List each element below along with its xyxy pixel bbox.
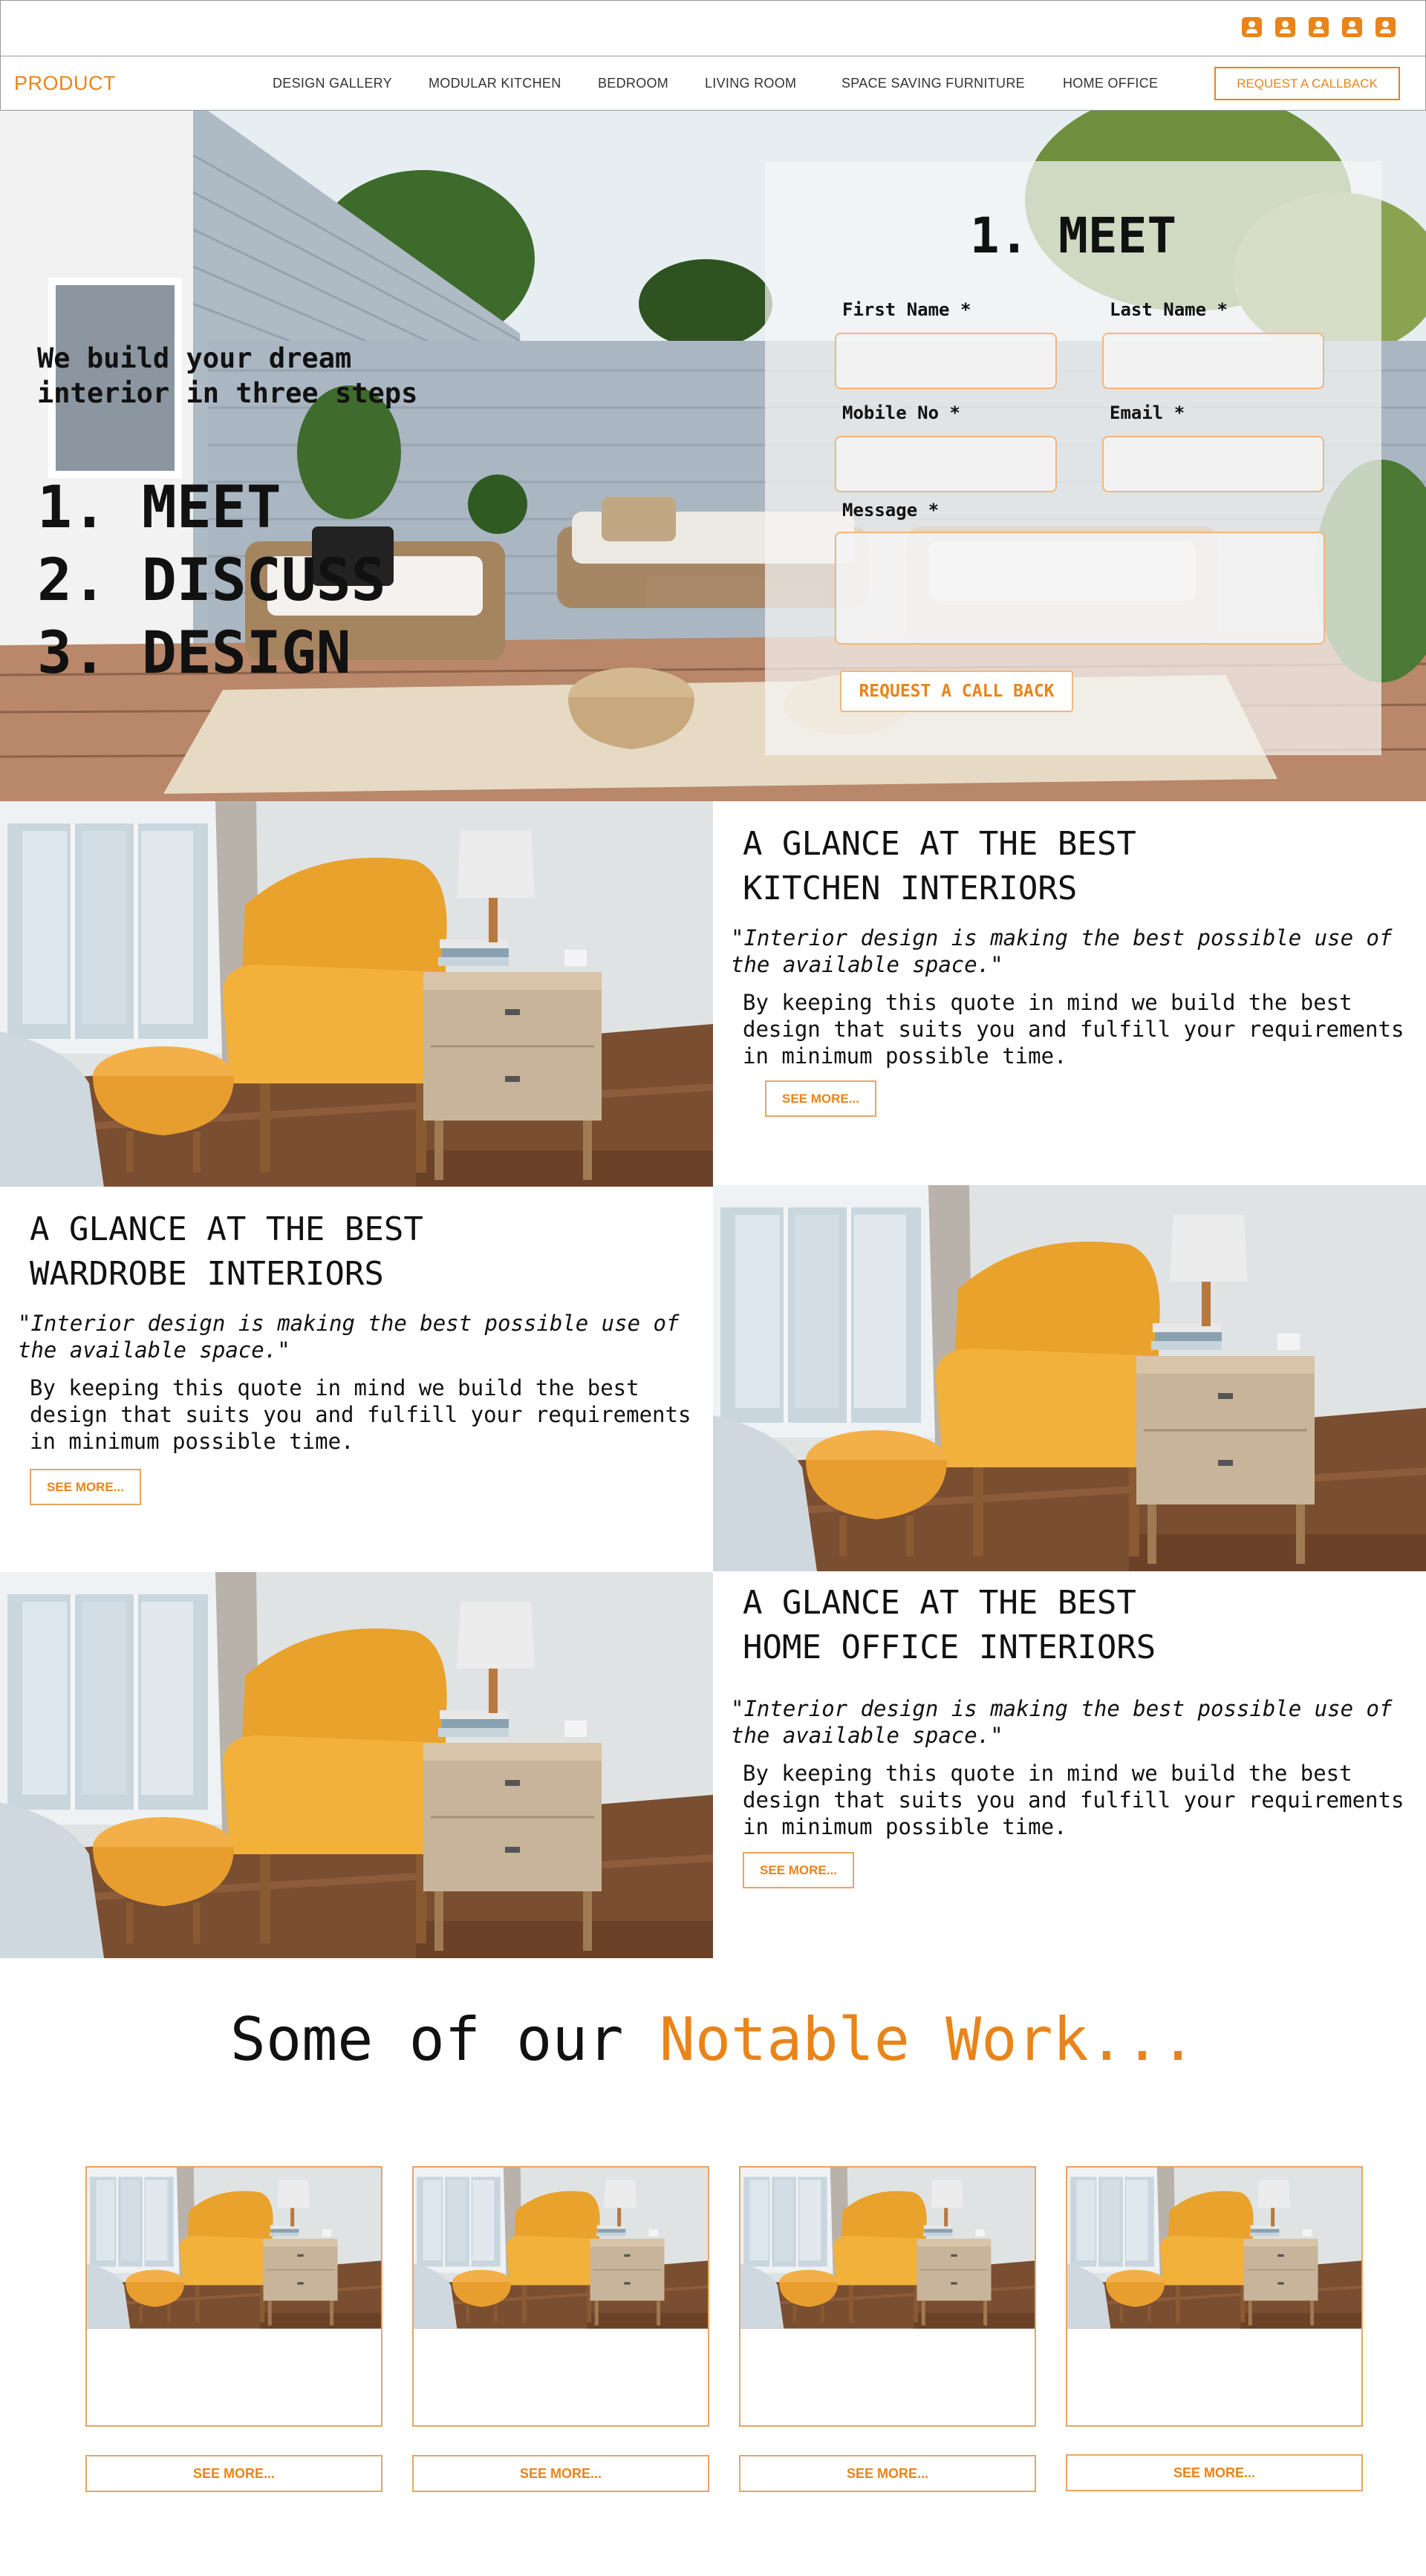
user-icon[interactable] — [1309, 17, 1329, 37]
see-more-button[interactable]: SEE MORE... — [30, 1469, 141, 1505]
feature-body: By keeping this quote in mind we build t… — [30, 1375, 691, 1454]
nav-link-modular-kitchen[interactable]: MODULAR KITCHEN — [429, 76, 561, 91]
request-call-back-button[interactable]: REQUEST A CALL BACK — [840, 671, 1073, 712]
notable-see-more-button[interactable]: SEE MORE... — [739, 2455, 1036, 2492]
notable-card-4[interactable] — [1066, 2166, 1363, 2427]
hero-section: We build your dream interior in three st… — [0, 111, 1426, 801]
feature-quote: "Interior design is making the best poss… — [731, 925, 1393, 977]
see-more-button[interactable]: SEE MORE... — [743, 1852, 854, 1888]
hero-step-meet: 1. MEET — [37, 475, 281, 541]
feature-title-line2: WARDROBE INTERIORS — [30, 1255, 384, 1293]
request-callback-button[interactable]: REQUEST A CALLBACK — [1214, 67, 1400, 100]
feature-quote: "Interior design is making the best poss… — [18, 1311, 680, 1363]
feature-body: By keeping this quote in mind we build t… — [743, 1761, 1404, 1839]
message-textarea[interactable] — [835, 532, 1325, 645]
user-icon[interactable] — [1242, 17, 1262, 37]
user-icon[interactable] — [1275, 17, 1295, 37]
feature-title: A GLANCE AT THE BEST KITCHEN INTERIORS — [743, 822, 1136, 911]
notable-card-2[interactable] — [412, 2166, 709, 2427]
nav-link-home-office[interactable]: HOME OFFICE — [1063, 76, 1158, 91]
home-office-photo — [0, 1572, 713, 1958]
notable-see-more-button[interactable]: SEE MORE... — [412, 2455, 709, 2492]
notable-card-1[interactable] — [85, 2166, 382, 2427]
feature-wardrobe: A GLANCE AT THE BEST WARDROBE INTERIORS … — [0, 1187, 713, 1573]
brand-logo[interactable]: PRODUCT — [14, 72, 116, 95]
nav-link-space-saving-furniture[interactable]: SPACE SAVING FURNITURE — [841, 76, 1025, 91]
notable-prefix: Some of our — [229, 2005, 660, 2074]
mobile-input[interactable] — [835, 436, 1057, 492]
nav-link-living-room[interactable]: LIVING ROOM — [705, 76, 796, 91]
notable-highlight: Notable Work... — [659, 2005, 1197, 2074]
feature-home-office: A GLANCE AT THE BEST HOME OFFICE INTERIO… — [713, 1572, 1426, 1958]
nav-link-design-gallery[interactable]: DESIGN GALLERY — [273, 76, 392, 91]
feature-title-line2: HOME OFFICE INTERIORS — [743, 1628, 1156, 1666]
feature-quote: "Interior design is making the best poss… — [731, 1696, 1393, 1748]
form-title: 1. MEET — [969, 207, 1177, 264]
feature-title-line2: KITCHEN INTERIORS — [743, 870, 1078, 907]
feature-kitchen: A GLANCE AT THE BEST KITCHEN INTERIORS "… — [713, 801, 1426, 1187]
notable-see-more-button[interactable]: SEE MORE... — [85, 2455, 382, 2492]
user-icon[interactable] — [1342, 17, 1362, 37]
user-icon[interactable] — [1375, 17, 1396, 37]
feature-title: A GLANCE AT THE BEST WARDROBE INTERIORS — [30, 1207, 423, 1297]
message-label: Message * — [842, 500, 940, 521]
feature-title-line1: A GLANCE AT THE BEST — [743, 825, 1136, 863]
feature-body: By keeping this quote in mind we build t… — [743, 990, 1404, 1069]
feature-title: A GLANCE AT THE BEST HOME OFFICE INTERIO… — [743, 1581, 1156, 1670]
see-more-button[interactable]: SEE MORE... — [765, 1080, 876, 1117]
callback-form: 1. MEET First Name * Last Name * Mobile … — [765, 161, 1381, 755]
hero-step-design: 3. DESIGN — [37, 620, 351, 687]
email-label: Email * — [1110, 402, 1185, 423]
notable-see-more-button[interactable]: SEE MORE... — [1066, 2454, 1363, 2491]
nav-link-bedroom[interactable]: BEDROOM — [598, 76, 668, 91]
hero-subtitle: We build your dream interior in three st… — [37, 342, 418, 409]
nav-bar: PRODUCT DESIGN GALLERY MODULAR KITCHEN B… — [0, 56, 1426, 111]
email-input[interactable] — [1102, 436, 1324, 492]
notable-work-heading: Some of our Notable Work... — [0, 2005, 1426, 2074]
wardrobe-photo — [713, 1185, 1426, 1571]
notable-card-3[interactable] — [739, 2166, 1036, 2427]
feature-title-line1: A GLANCE AT THE BEST — [743, 1584, 1136, 1622]
first-name-label: First Name * — [842, 299, 971, 320]
top-icons — [1242, 17, 1396, 37]
hero-step-discuss: 2. DISCUSS — [37, 547, 386, 614]
top-bar — [0, 0, 1426, 56]
kitchen-photo — [0, 801, 713, 1187]
mobile-label: Mobile No * — [842, 402, 960, 423]
last-name-label: Last Name * — [1110, 299, 1228, 320]
feature-title-line1: A GLANCE AT THE BEST — [30, 1210, 423, 1248]
last-name-input[interactable] — [1102, 333, 1324, 389]
first-name-input[interactable] — [835, 333, 1057, 389]
